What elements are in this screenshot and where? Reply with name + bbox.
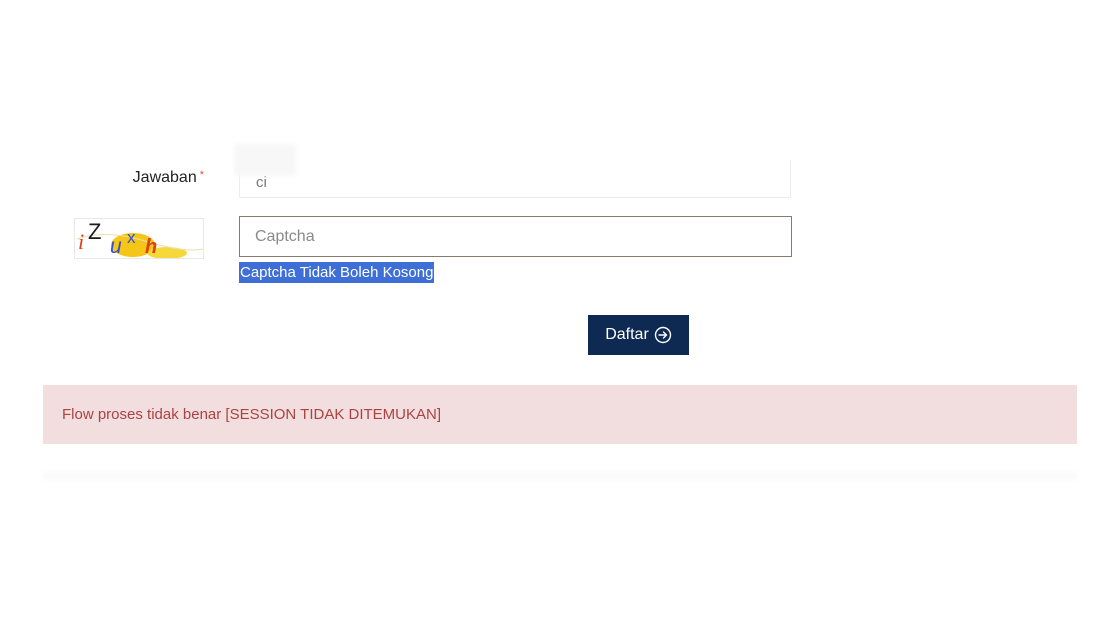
answer-field-wrapper — [239, 160, 791, 198]
captcha-graphic: i Z u x h — [76, 219, 203, 258]
circle-arrow-right-icon — [654, 326, 672, 344]
captcha-image: i Z u x h iZuxh — [74, 218, 204, 259]
divider — [43, 468, 1077, 484]
required-mark: * — [199, 169, 204, 181]
captcha-input[interactable] — [239, 216, 792, 257]
svg-text:h: h — [145, 236, 157, 258]
svg-text:Z: Z — [88, 219, 101, 244]
overlay-artifact — [234, 144, 296, 176]
error-alert: Flow proses tidak benar [SESSION TIDAK D… — [43, 385, 1077, 444]
register-button[interactable]: Daftar — [588, 315, 689, 355]
answer-label: Jawaban * — [100, 169, 204, 187]
register-button-label: Daftar — [605, 326, 649, 343]
answer-label-text: Jawaban — [132, 169, 197, 186]
registration-page: Jawaban* i Z u x h iZuxh Captcha Tidak B… — [0, 0, 1120, 630]
error-alert-message: Flow proses tidak benar [SESSION TIDAK D… — [62, 406, 442, 423]
answer-input[interactable] — [240, 160, 790, 197]
captcha-error-message: Captcha Tidak Boleh Kosong — [239, 262, 435, 283]
svg-text:i: i — [78, 229, 84, 254]
svg-text:x: x — [127, 228, 136, 247]
svg-text:u: u — [110, 235, 122, 258]
